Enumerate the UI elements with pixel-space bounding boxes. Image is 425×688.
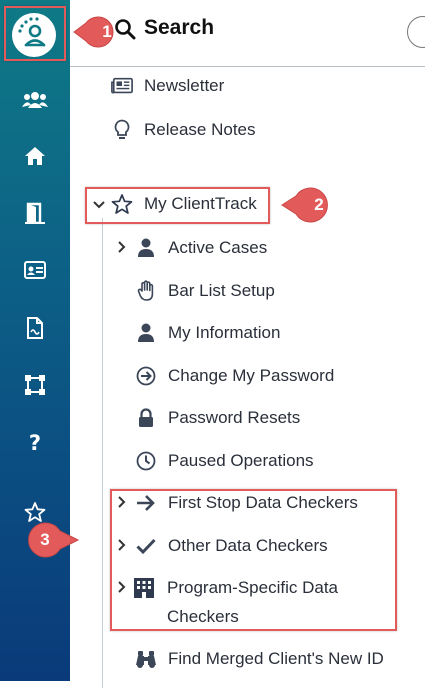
annotation-badge-2: 2	[281, 186, 332, 224]
annotation-box-2	[85, 187, 270, 224]
user-avatar-icon[interactable]	[407, 16, 425, 48]
person-icon	[135, 322, 157, 344]
menu-item-label: Change My Password	[168, 366, 335, 385]
menu-item-label: Paused Operations	[168, 451, 314, 470]
arrow-circle-right-icon	[135, 365, 157, 387]
hand-icon	[135, 280, 157, 302]
annotation-number: 1	[102, 22, 112, 41]
menu-item-label: Find Merged Client's New ID	[168, 649, 384, 668]
annotation-box-3	[110, 489, 397, 631]
document-icon[interactable]	[0, 313, 70, 343]
annotation-number: 3	[40, 530, 50, 549]
menu-item-label: Password Resets	[168, 408, 301, 427]
help-icon[interactable]: ?	[0, 427, 70, 457]
person-icon	[135, 237, 157, 259]
menu-item-paused-operations[interactable]: Paused Operations	[135, 450, 314, 472]
svg-text:?: ?	[29, 431, 41, 453]
home-icon[interactable]	[0, 141, 70, 171]
menu-item-my-information[interactable]: My Information	[135, 322, 280, 344]
header: Search	[70, 0, 425, 67]
page-title: Search	[144, 16, 215, 39]
binoculars-icon	[135, 648, 157, 670]
menu-item-bar-list-setup[interactable]: Bar List Setup	[135, 280, 275, 302]
menu-item-label: Active Cases	[168, 238, 268, 257]
chevron-right-icon[interactable]	[117, 241, 127, 256]
menu-item-label: Release Notes	[144, 120, 256, 139]
annotation-box-1	[4, 6, 66, 61]
workflow-icon[interactable]	[0, 370, 70, 400]
menu-item-label: My Information	[168, 323, 281, 342]
menu-item-label: Newsletter	[144, 76, 225, 95]
people-icon[interactable]	[0, 85, 70, 115]
menu-item-password-resets[interactable]: Password Resets	[135, 407, 300, 429]
annotation-badge-3: 3	[20, 521, 80, 559]
tree-guide-line	[102, 218, 103, 688]
menu-item-release-notes[interactable]: Release Notes	[111, 119, 256, 141]
menu-item-newsletter[interactable]: Newsletter	[111, 75, 224, 97]
menu-item-active-cases[interactable]: Active Cases	[135, 237, 267, 259]
menu-item-label: Bar List Setup	[168, 281, 275, 300]
lightbulb-icon	[111, 119, 133, 141]
annotation-number: 2	[314, 195, 324, 214]
id-card-icon[interactable]	[0, 255, 70, 285]
menu-item-find-merged-client[interactable]: Find Merged Client's New ID	[135, 648, 384, 670]
annotation-badge-1: 1	[73, 13, 122, 51]
newspaper-icon	[111, 75, 133, 97]
lock-icon	[135, 407, 157, 429]
left-rail: ?	[0, 0, 70, 681]
menu-item-change-password[interactable]: Change My Password	[135, 365, 334, 387]
clock-icon	[135, 450, 157, 472]
door-icon[interactable]	[0, 198, 70, 228]
